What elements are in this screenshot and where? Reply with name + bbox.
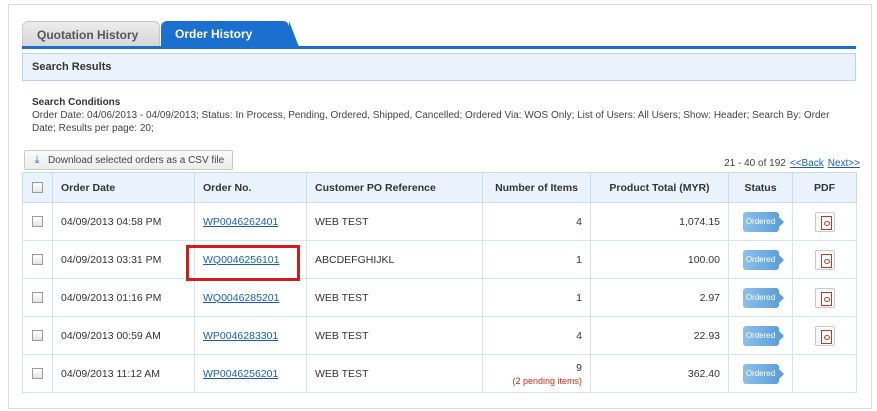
search-results-header: Search Results xyxy=(22,53,856,81)
highlight-box xyxy=(186,245,300,281)
column-header-order-date: Order Date xyxy=(52,172,195,203)
pdf-empty-cell xyxy=(792,354,857,393)
tab-underline xyxy=(22,46,856,49)
item-count: 4 xyxy=(576,329,582,342)
po-reference-cell: WEB TEST xyxy=(306,202,483,241)
table-row: 04/09/2013 01:16 PM WQ0046285201 WEB TES… xyxy=(22,278,857,317)
search-conditions: Search Conditions Order Date: 04/06/2013… xyxy=(32,96,854,135)
item-count: 1 xyxy=(576,253,582,266)
pdf-icon[interactable] xyxy=(814,211,835,232)
status-badge: Ordered xyxy=(742,249,784,270)
pagination-back-link[interactable]: <<Back xyxy=(790,158,824,169)
status-badge: Ordered xyxy=(742,287,784,308)
status-badge: Ordered xyxy=(742,325,784,346)
pagination: 21 - 40 of 192 <<Back Next>> xyxy=(724,158,860,169)
pending-items-note: (2 pending items) xyxy=(512,375,582,386)
column-header-pdf: PDF xyxy=(792,172,857,203)
status-badge: Ordered xyxy=(742,363,784,384)
product-total-cell: 2.97 xyxy=(590,278,729,317)
product-total-cell: 100.00 xyxy=(590,240,729,279)
row-checkbox[interactable] xyxy=(32,330,43,342)
status-badge: Ordered xyxy=(742,211,784,232)
select-all-checkbox[interactable] xyxy=(32,182,43,194)
pdf-icon[interactable] xyxy=(814,325,835,346)
column-header-product-total: Product Total (MYR) xyxy=(590,172,729,203)
tab-bar: Quotation History Order History xyxy=(22,21,299,47)
select-all-header xyxy=(22,172,53,203)
row-checkbox[interactable] xyxy=(32,368,43,380)
tab-quotation-history[interactable]: Quotation History xyxy=(22,21,160,47)
po-reference-cell: ABCDEFGHIJKL xyxy=(306,240,483,279)
search-conditions-title: Search Conditions xyxy=(32,97,121,108)
pdf-icon[interactable] xyxy=(814,287,835,308)
product-total-cell: 1,074.15 xyxy=(590,202,729,241)
table-row: 04/09/2013 03:31 PM WQ0046256101 ABCDEFG… xyxy=(22,240,857,279)
table-row: 04/09/2013 04:58 PM WP0046262401 WEB TES… xyxy=(22,202,857,241)
order-number-link[interactable]: WP0046262401 xyxy=(203,216,278,228)
row-checkbox[interactable] xyxy=(32,254,43,266)
column-header-number-of-items: Number of Items xyxy=(482,172,591,203)
column-header-po-reference: Customer PO Reference xyxy=(306,172,483,203)
table-row: 04/09/2013 11:12 AM WP0046256201 WEB TES… xyxy=(22,354,857,393)
column-header-status: Status xyxy=(728,172,793,203)
order-date-cell: 04/09/2013 03:31 PM xyxy=(52,240,195,279)
download-csv-button[interactable]: ⤓ Download selected orders as a CSV file xyxy=(24,150,234,170)
order-number-link[interactable]: WQ0046285201 xyxy=(203,292,279,304)
po-reference-cell: WEB TEST xyxy=(306,316,483,355)
search-conditions-text: Order Date: 04/06/2013 - 04/09/2013; Sta… xyxy=(32,110,830,134)
row-checkbox[interactable] xyxy=(32,292,43,304)
item-count: 4 xyxy=(576,215,582,228)
pdf-icon[interactable] xyxy=(814,249,835,270)
tab-order-history[interactable]: Order History xyxy=(161,21,299,47)
column-header-order-no: Order No. xyxy=(194,172,307,203)
product-total-cell: 22.93 xyxy=(590,316,729,355)
search-results-title: Search Results xyxy=(32,61,112,73)
pagination-range: 21 - 40 of 192 xyxy=(724,158,786,169)
row-checkbox[interactable] xyxy=(32,216,43,228)
pagination-next-link[interactable]: Next>> xyxy=(828,158,860,169)
order-number-link[interactable]: WP0046256201 xyxy=(203,368,278,380)
order-date-cell: 04/09/2013 01:16 PM xyxy=(52,278,195,317)
order-date-cell: 04/09/2013 11:12 AM xyxy=(52,354,195,393)
download-icon: ⤓ xyxy=(34,154,40,166)
po-reference-cell: WEB TEST xyxy=(306,278,483,317)
item-count: 1 xyxy=(576,291,582,304)
table-row: 04/09/2013 00:59 AM WP0046283301 WEB TES… xyxy=(22,316,857,355)
download-csv-label: Download selected orders as a CSV file xyxy=(48,154,225,166)
orders-table: Order Date Order No. Customer PO Referen… xyxy=(22,172,857,393)
order-number-link[interactable]: WP0046283301 xyxy=(203,330,278,342)
po-reference-cell: WEB TEST xyxy=(306,354,483,393)
order-date-cell: 04/09/2013 00:59 AM xyxy=(52,316,195,355)
order-date-cell: 04/09/2013 04:58 PM xyxy=(52,202,195,241)
product-total-cell: 362.40 xyxy=(590,354,729,393)
item-count: 9 xyxy=(576,361,582,374)
table-header-row: Order Date Order No. Customer PO Referen… xyxy=(22,172,857,203)
